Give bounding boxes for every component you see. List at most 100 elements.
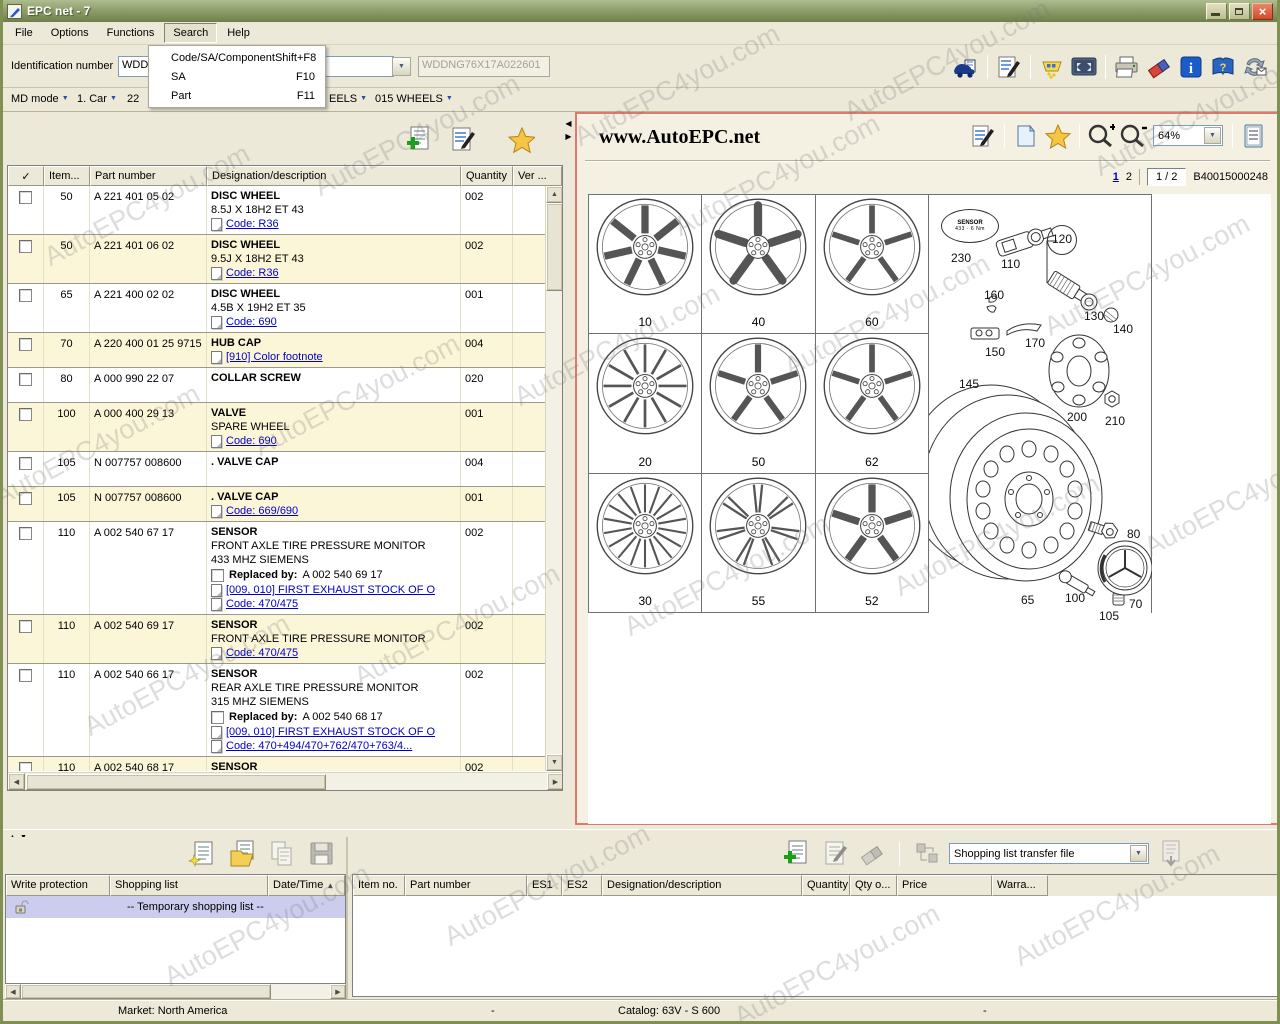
code-link[interactable]: Code: 470/475 bbox=[226, 597, 298, 611]
col-version[interactable]: Ver ... bbox=[513, 166, 562, 186]
footnote-document-icon[interactable] bbox=[211, 315, 222, 329]
identification-combo-arrow[interactable]: ▼ bbox=[392, 57, 411, 76]
shopping-lists-hscrollbar[interactable]: ◀ ▶ bbox=[5, 984, 346, 1000]
transfer-icon[interactable] bbox=[913, 840, 941, 867]
code-link[interactable]: [910] Color footnote bbox=[226, 350, 323, 364]
menu-item-part[interactable]: Part F11 bbox=[149, 86, 325, 105]
code-link[interactable]: Code: R36 bbox=[226, 217, 279, 231]
row-checkbox[interactable] bbox=[19, 289, 32, 302]
row-checkbox[interactable] bbox=[19, 527, 32, 540]
footnote-document-icon[interactable] bbox=[211, 217, 222, 231]
code-link[interactable]: Code: 470/475 bbox=[226, 646, 298, 660]
transfer-target-combo[interactable]: Shopping list transfer file ▼ bbox=[949, 843, 1149, 864]
row-checkbox[interactable] bbox=[19, 240, 32, 253]
col-date-time[interactable]: Date/Time ▲ bbox=[268, 875, 345, 896]
wheel-variant-cell[interactable]: 10 bbox=[589, 195, 703, 335]
row-checkbox[interactable] bbox=[19, 191, 32, 204]
row-checkbox[interactable] bbox=[19, 762, 32, 771]
footnote-document-icon[interactable] bbox=[211, 350, 222, 364]
footnote-document-icon[interactable] bbox=[211, 266, 222, 280]
menu-item-sa[interactable]: SA F10 bbox=[149, 67, 325, 86]
table-row[interactable]: 50 A 221 401 06 02 DISC WHEEL 9.5J X 18H2 E… bbox=[8, 235, 545, 284]
table-row[interactable]: 105 N 007757 008600. VALVE CAP Code: 669/6… bbox=[8, 487, 545, 522]
row-checkbox[interactable] bbox=[19, 408, 32, 421]
wheel-variant-cell[interactable]: 30 bbox=[589, 473, 703, 613]
footnote-document-icon[interactable] bbox=[211, 597, 222, 611]
code-link[interactable]: [009, 010] FIRST EXHAUST STOCK OF O bbox=[226, 725, 435, 739]
favorites-star-icon[interactable] bbox=[1044, 122, 1072, 149]
code-link[interactable]: Code: 690 bbox=[226, 315, 277, 329]
row-checkbox[interactable] bbox=[19, 620, 32, 633]
footnote-document-icon[interactable] bbox=[211, 725, 222, 739]
code-link[interactable]: Code: R36 bbox=[226, 266, 279, 280]
col-quantity[interactable]: Quantity bbox=[802, 875, 850, 896]
vehicle-data-icon[interactable] bbox=[952, 54, 980, 81]
zoom-combo-arrow[interactable]: ▼ bbox=[1204, 127, 1221, 144]
notes-icon[interactable] bbox=[969, 122, 997, 149]
copy-shopping-list-icon[interactable] bbox=[268, 840, 296, 867]
print-icon[interactable] bbox=[1113, 54, 1141, 81]
send-data-icon[interactable] bbox=[1241, 54, 1269, 81]
code-link[interactable]: Code: 470+494/470+762/470+763/4... bbox=[226, 739, 412, 753]
nav-model[interactable]: 22 bbox=[127, 93, 139, 105]
zoom-in-icon[interactable] bbox=[1087, 122, 1115, 149]
col-item[interactable]: Item... bbox=[44, 166, 90, 186]
col-qty-ordered[interactable]: Qty o... bbox=[850, 875, 897, 896]
fullscreen-icon[interactable] bbox=[1070, 54, 1098, 81]
wheel-variant-cell[interactable]: 20 bbox=[589, 334, 703, 474]
page-1-link[interactable]: 1 bbox=[1113, 171, 1119, 183]
col-check[interactable]: ✓ bbox=[8, 166, 44, 186]
close-button[interactable]: × bbox=[1252, 2, 1273, 20]
shopping-basket-icon[interactable] bbox=[1038, 54, 1066, 81]
row-checkbox[interactable] bbox=[19, 338, 32, 351]
new-shopping-list-icon[interactable] bbox=[188, 840, 216, 867]
col-write-protection[interactable]: Write protection bbox=[6, 875, 110, 896]
col-designation[interactable]: Designation/description bbox=[602, 875, 802, 896]
col-part-number[interactable]: Part number bbox=[405, 875, 527, 896]
open-shopping-list-icon[interactable] bbox=[228, 840, 256, 867]
wheel-variant-cell[interactable]: 50 bbox=[702, 334, 816, 474]
nav-group[interactable]: EELS ▼ bbox=[329, 93, 367, 105]
table-row[interactable]: 100 A 000 400 29 13 VALVE SPARE WHEEL Code: … bbox=[8, 403, 545, 452]
page-view-icon[interactable] bbox=[1012, 122, 1040, 149]
expand-right-icon[interactable]: ▶ bbox=[563, 130, 574, 143]
row-checkbox[interactable] bbox=[19, 492, 32, 505]
nav-car[interactable]: 1. Car ▼ bbox=[77, 93, 117, 105]
replaced-by-checkbox[interactable] bbox=[211, 710, 224, 724]
table-row[interactable]: 110A 002 540 68 17SENSORFRONT AXLE TIRE … bbox=[8, 757, 545, 771]
menu-item-code-sa-component[interactable]: Code/SA/Component Shift+F8 bbox=[149, 48, 325, 67]
add-to-shopping-list-icon[interactable] bbox=[405, 126, 433, 153]
footnote-document-icon[interactable] bbox=[211, 739, 222, 753]
parts-table-horizontal-scrollbar[interactable]: ◀ ▶ ▶ bbox=[8, 772, 562, 790]
col-warranty[interactable]: Warra... bbox=[992, 875, 1048, 896]
zoom-out-icon[interactable] bbox=[1119, 122, 1147, 149]
col-price[interactable]: Price bbox=[897, 875, 992, 896]
zoom-level-combo[interactable]: 64% ▼ bbox=[1153, 125, 1223, 146]
table-row[interactable]: 110 A 002 540 69 17 SENSOR FRONT AXLE TIRE … bbox=[8, 615, 545, 664]
save-shopping-list-icon[interactable] bbox=[308, 840, 336, 867]
row-checkbox[interactable] bbox=[19, 373, 32, 386]
notes-icon[interactable] bbox=[449, 126, 477, 153]
table-row[interactable]: 65 A 221 400 02 02 DISC WHEEL 4.5B X 19H2 E… bbox=[8, 284, 545, 333]
delete-item-icon[interactable] bbox=[858, 840, 886, 867]
col-quantity[interactable]: Quantity bbox=[461, 166, 513, 186]
col-designation[interactable]: Designation/description bbox=[207, 166, 461, 186]
transfer-combo-arrow[interactable]: ▼ bbox=[1130, 845, 1147, 862]
menu-functions[interactable]: Functions bbox=[99, 24, 163, 42]
notes-icon[interactable] bbox=[995, 54, 1023, 81]
favorites-star-icon[interactable] bbox=[507, 126, 535, 153]
menu-file[interactable]: File bbox=[7, 24, 41, 42]
help-icon[interactable]: ? bbox=[1209, 54, 1237, 81]
row-checkbox[interactable] bbox=[19, 669, 32, 682]
bottom-splitter[interactable]: ▲▼ bbox=[3, 829, 1277, 841]
table-row[interactable]: 110 A 002 540 67 17 SENSOR FRONT AXLE TIRE … bbox=[8, 522, 545, 615]
wheel-variant-cell[interactable]: 62 bbox=[815, 334, 929, 474]
nav-subgroup-015-wheels[interactable]: 015 WHEELS ▼ bbox=[375, 93, 453, 105]
nav-md-mode[interactable]: MD mode ▼ bbox=[11, 93, 69, 105]
parts-table-vertical-scrollbar[interactable]: ▲ ▼ bbox=[545, 186, 562, 771]
restore-button[interactable] bbox=[1229, 2, 1250, 20]
table-row[interactable]: 105 N 007757 008600 . VALVE CAP 004 bbox=[8, 452, 545, 487]
export-icon[interactable] bbox=[1157, 840, 1185, 867]
menu-help[interactable]: Help bbox=[219, 24, 258, 42]
col-es1[interactable]: ES1 bbox=[527, 875, 562, 896]
